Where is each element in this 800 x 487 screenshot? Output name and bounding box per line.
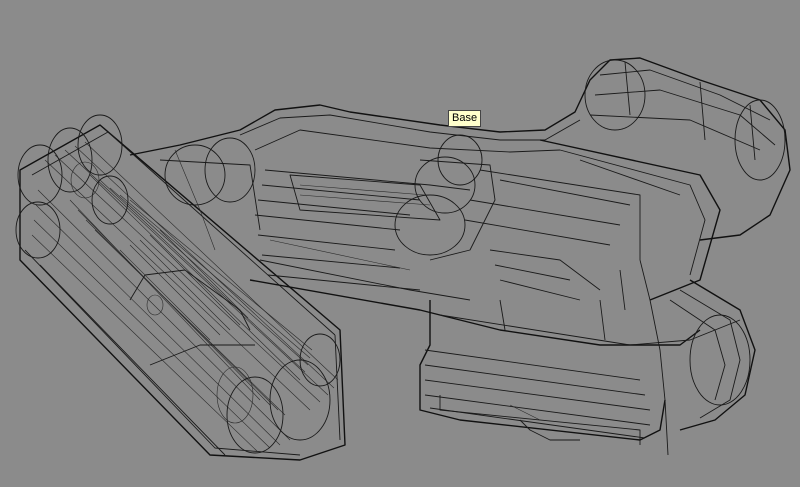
object-name-tooltip: Base [448,110,482,127]
wireframe-model[interactable] [0,0,800,487]
grip-wireframe [419,249,756,456]
3d-viewport[interactable]: Base [0,0,800,487]
